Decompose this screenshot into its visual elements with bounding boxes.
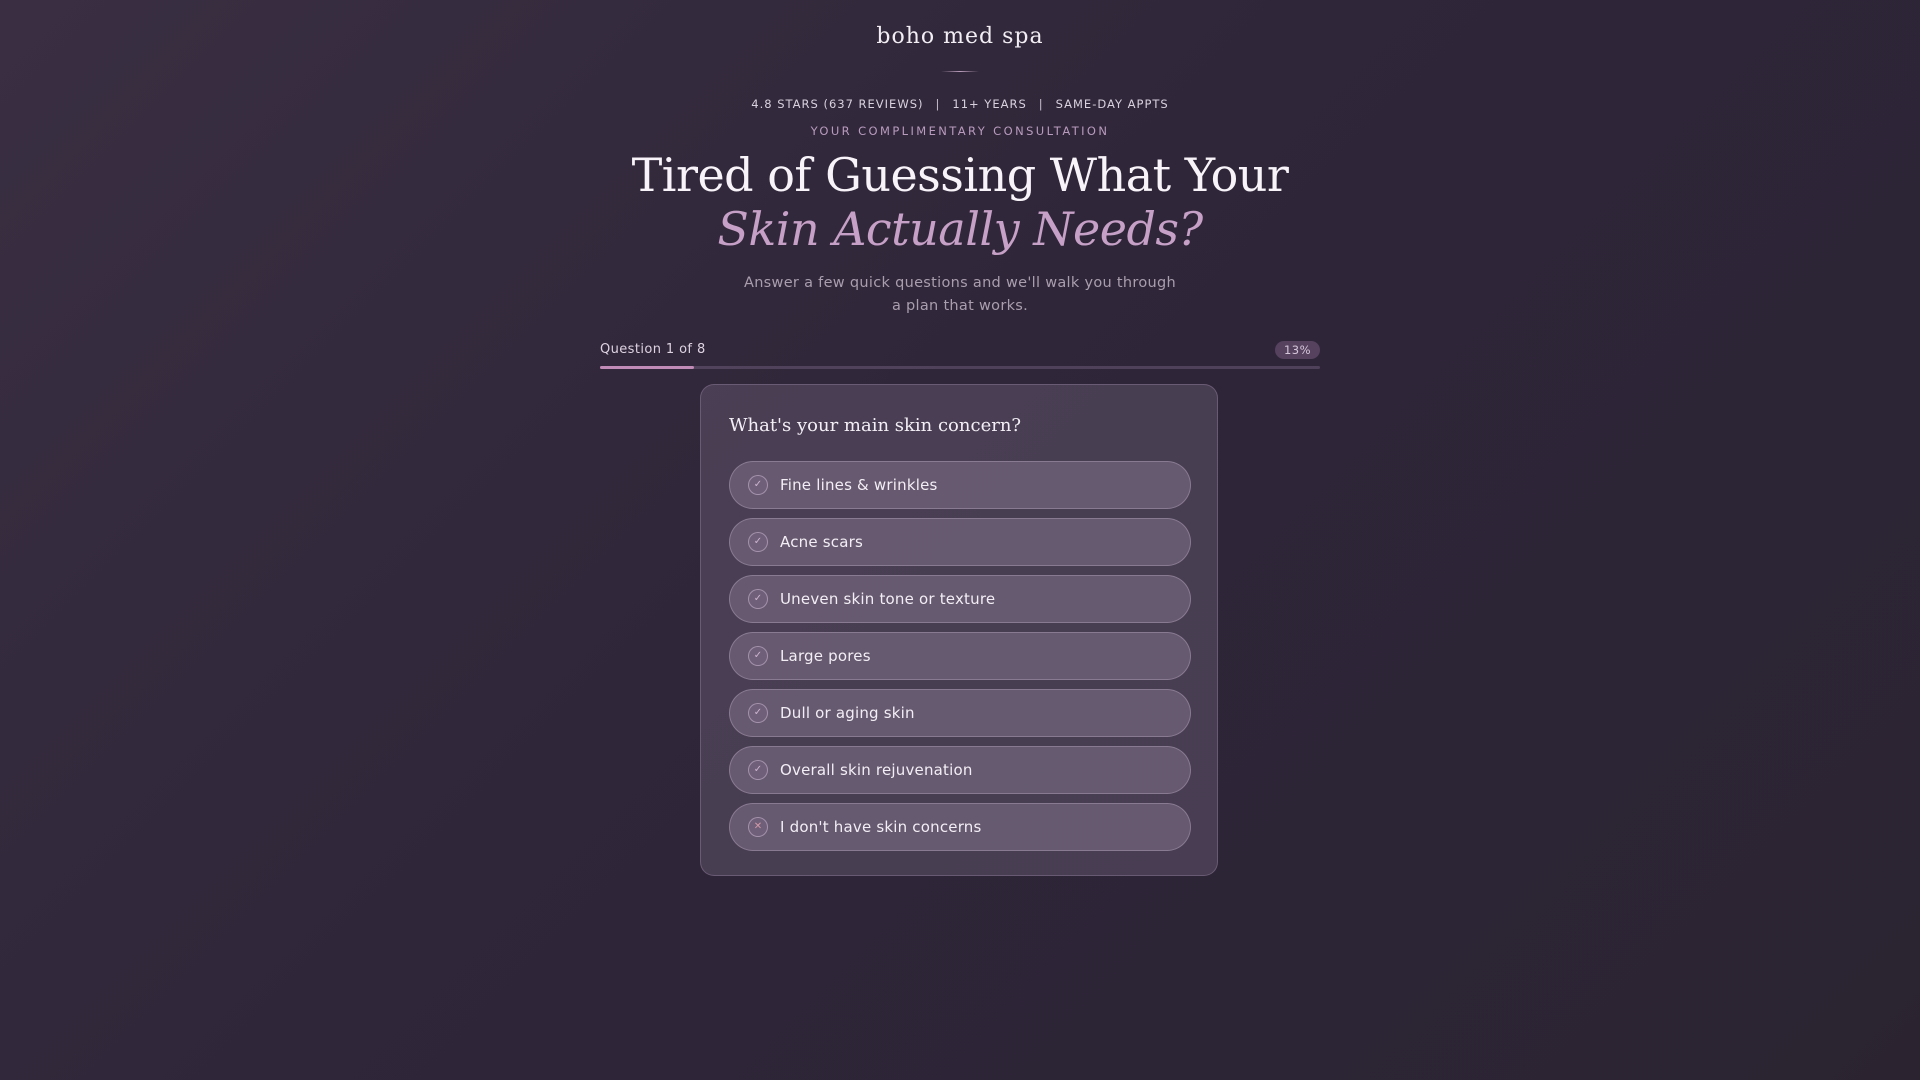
option-label: Acne scars <box>780 533 863 551</box>
check-icon: ✓ <box>748 475 768 495</box>
option-rejuvenation[interactable]: ✓ Overall skin rejuvenation <box>729 746 1191 794</box>
option-label: I don't have skin concerns <box>780 818 982 836</box>
rating-text: 4.8 STARS (637 REVIEWS) <box>751 97 924 111</box>
check-icon: ✓ <box>748 589 768 609</box>
check-icon: ✓ <box>748 646 768 666</box>
progress-bar-fill <box>600 366 694 369</box>
trust-bar: 4.8 STARS (637 REVIEWS) | 11+ YEARS | SAME-D… <box>0 97 1920 111</box>
check-icon: ✓ <box>748 760 768 780</box>
appointments-text: SAME-DAY APPTS <box>1055 97 1169 111</box>
option-large-pores[interactable]: ✓ Large pores <box>729 632 1191 680</box>
check-icon: ✓ <box>748 703 768 723</box>
page-subtitle: Answer a few quick questions and we'll w… <box>743 275 1177 314</box>
check-icon: ✓ <box>748 532 768 552</box>
option-label: Fine lines & wrinkles <box>780 476 938 494</box>
page: boho med spa 4.8 STARS (637 REVIEWS) | 11+… <box>0 0 1920 1080</box>
brand-logo: boho med spa <box>876 24 1044 49</box>
option-label: Overall skin rejuvenation <box>780 761 973 779</box>
brand-divider <box>941 71 979 72</box>
options-list: ✓ Fine lines & wrinkles ✓ Acne scars ✓ U… <box>729 461 1191 860</box>
page-title: Tired of Guessing What Your <box>631 148 1289 202</box>
option-acne-scars[interactable]: ✓ Acne scars <box>729 518 1191 566</box>
trust-separator: | <box>935 97 941 111</box>
option-uneven-tone[interactable]: ✓ Uneven skin tone or texture <box>729 575 1191 623</box>
option-label: Uneven skin tone or texture <box>780 590 996 608</box>
progress-label: Question 1 of 8 <box>600 342 706 357</box>
option-dull-skin[interactable]: ✓ Dull or aging skin <box>729 689 1191 737</box>
option-fine-lines[interactable]: ✓ Fine lines & wrinkles <box>729 461 1191 509</box>
question-text: What's your main skin concern? <box>729 415 1022 436</box>
trust-separator: | <box>1038 97 1044 111</box>
option-label: Large pores <box>780 647 871 665</box>
x-icon: ✕ <box>748 817 768 837</box>
option-no-concerns[interactable]: ✕ I don't have skin concerns <box>729 803 1191 851</box>
quiz-card: What's your main skin concern? ✓ Fine li… <box>700 384 1218 876</box>
progress-percent-badge: 13% <box>1275 341 1320 359</box>
progress-bar <box>600 366 1320 369</box>
eyebrow-text: YOUR COMPLIMENTARY CONSULTATION <box>810 124 1110 138</box>
years-text: 11+ YEARS <box>952 97 1027 111</box>
option-label: Dull or aging skin <box>780 704 915 722</box>
page-title-accent: Skin Actually Needs? <box>717 202 1203 256</box>
